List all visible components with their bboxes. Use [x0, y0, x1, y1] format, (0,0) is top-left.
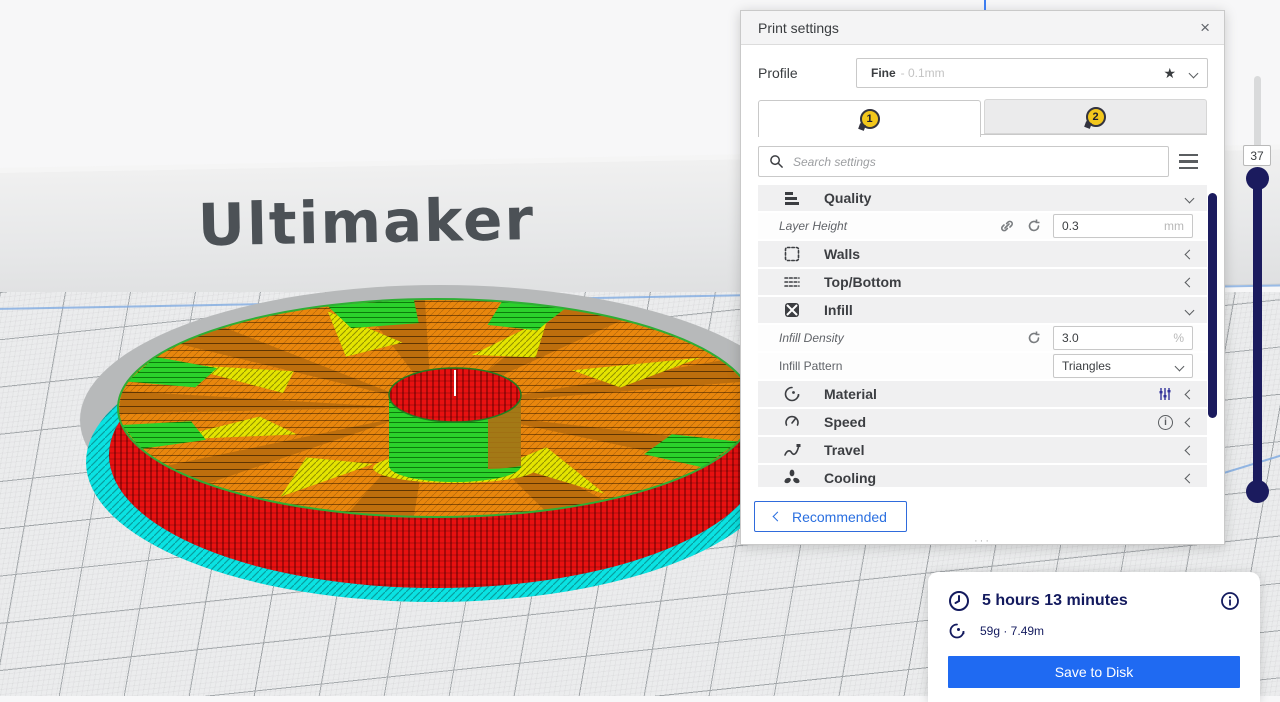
- speed-icon: [782, 413, 802, 431]
- chevron-left-icon[interactable]: [1185, 473, 1195, 483]
- panel-resize-handle[interactable]: ···: [974, 537, 991, 545]
- chevron-down-icon[interactable]: [1189, 68, 1199, 78]
- layer-slider-bottom-handle[interactable]: [1246, 480, 1269, 503]
- search-input[interactable]: [793, 155, 1158, 169]
- search-row: [758, 146, 1207, 177]
- category-infill[interactable]: Infill: [758, 297, 1207, 323]
- layer-slider-groove[interactable]: [1254, 76, 1261, 152]
- chevron-down-icon: [1175, 361, 1185, 371]
- walls-icon: [782, 245, 802, 263]
- panel-header: Print settings ×: [741, 11, 1224, 45]
- save-to-disk-button[interactable]: Save to Disk: [948, 656, 1240, 688]
- category-top-bottom[interactable]: Top/Bottom: [758, 269, 1207, 295]
- category-cooling[interactable]: Cooling: [758, 465, 1207, 487]
- top-bottom-icon: [782, 273, 802, 291]
- clock-icon: [948, 590, 970, 612]
- sliced-model-disc[interactable]: [70, 270, 800, 610]
- customized-settings-icon: [1157, 386, 1173, 402]
- center-hub: [373, 368, 537, 483]
- extruder-tabs: 1 2: [758, 99, 1207, 135]
- profile-dropdown[interactable]: Fine - 0.1mm ★: [856, 58, 1208, 88]
- extruder-2-icon: 2: [1086, 107, 1106, 127]
- category-speed[interactable]: Speed i: [758, 409, 1207, 435]
- setting-layer-height: Layer Height 0.3 mm: [758, 213, 1207, 239]
- infill-density-input[interactable]: 3.0 %: [1053, 326, 1193, 350]
- infill-pattern-select[interactable]: Triangles: [1053, 354, 1193, 378]
- info-icon[interactable]: i: [1158, 415, 1173, 430]
- ultimaker-logo: Ultimaker: [197, 185, 535, 259]
- star-icon[interactable]: ★: [1163, 65, 1176, 82]
- tab-extruder-1[interactable]: 1: [758, 100, 981, 137]
- category-walls[interactable]: Walls: [758, 241, 1207, 267]
- print-time-row: 5 hours 13 minutes: [948, 590, 1240, 612]
- search-box[interactable]: [758, 146, 1169, 177]
- reset-icon[interactable]: [1026, 218, 1042, 234]
- chevron-down-icon[interactable]: [1185, 193, 1195, 203]
- print-time: 5 hours 13 minutes: [982, 592, 1128, 610]
- link-icon[interactable]: [999, 218, 1015, 234]
- layer-height-input[interactable]: 0.3 mm: [1053, 214, 1193, 238]
- close-icon[interactable]: ×: [1200, 19, 1210, 36]
- settings-list: Quality Layer Height 0.3 mm Walls: [758, 185, 1207, 487]
- category-travel[interactable]: Travel: [758, 437, 1207, 463]
- print-job-summary: 5 hours 13 minutes 59g · 7.49m Save to D…: [928, 572, 1260, 702]
- layer-slider-value: 37: [1243, 145, 1271, 166]
- travel-icon: [782, 441, 802, 459]
- print-settings-panel: Print settings × Profile Fine - 0.1mm ★ …: [740, 10, 1225, 545]
- chevron-down-icon[interactable]: [1185, 305, 1195, 315]
- panel-anchor-caret: [984, 0, 986, 10]
- profile-row: Profile Fine - 0.1mm ★: [741, 45, 1224, 97]
- settings-scrollbar[interactable]: [1208, 193, 1217, 418]
- layer-slider-track[interactable]: [1253, 178, 1262, 492]
- material-icon: [782, 385, 802, 403]
- tab-extruder-2[interactable]: 2: [984, 99, 1207, 134]
- recommended-mode-button[interactable]: Recommended: [754, 501, 907, 532]
- category-quality[interactable]: Quality: [758, 185, 1207, 211]
- category-material[interactable]: Material: [758, 381, 1207, 407]
- setting-infill-density: Infill Density 3.0 %: [758, 325, 1207, 351]
- reset-icon[interactable]: [1026, 330, 1042, 346]
- layer-slider-top-handle[interactable]: [1246, 167, 1269, 190]
- infill-icon: [782, 301, 802, 319]
- spool-icon: [948, 622, 966, 640]
- settings-menu-icon[interactable]: [1169, 154, 1207, 170]
- profile-suffix: - 0.1mm: [901, 66, 945, 80]
- info-icon[interactable]: [1220, 591, 1240, 611]
- extruder-1-icon: 1: [860, 109, 880, 129]
- quality-icon: [782, 189, 802, 207]
- material-usage: 59g · 7.49m: [980, 624, 1044, 638]
- material-usage-row: 59g · 7.49m: [948, 622, 1240, 640]
- cooling-icon: [782, 469, 802, 487]
- chevron-left-icon: [773, 512, 783, 522]
- chevron-left-icon[interactable]: [1185, 417, 1195, 427]
- search-icon: [769, 154, 784, 169]
- profile-value: Fine: [871, 66, 896, 80]
- chevron-left-icon[interactable]: [1185, 249, 1195, 259]
- chevron-left-icon[interactable]: [1185, 277, 1195, 287]
- chevron-left-icon[interactable]: [1185, 445, 1195, 455]
- setting-infill-pattern: Infill Pattern Triangles: [758, 353, 1207, 379]
- panel-title: Print settings: [758, 20, 839, 36]
- profile-label: Profile: [758, 65, 856, 81]
- chevron-left-icon[interactable]: [1185, 389, 1195, 399]
